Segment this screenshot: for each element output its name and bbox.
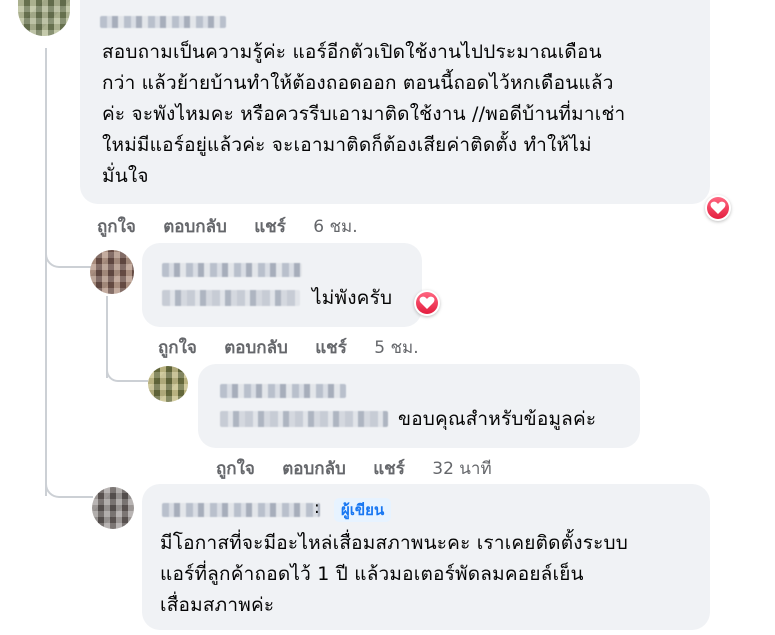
comment-text-line: กว่า แล้วย้ายบ้านทำให้ต้องถอดออก ตอนนี้ถ… (102, 72, 614, 94)
thread-line-main (45, 48, 47, 496)
comment-text-line: สอบถามเป็นความรู้ค่ะ แอร์อีกตัวเปิดใช้งา… (102, 41, 602, 63)
commenter-name[interactable] (220, 384, 346, 398)
share-button[interactable]: แชร์ (315, 338, 347, 358)
comment-text-line: ใหม่มีแอร์อยู่แล้วค่ะ จะเอามาติดก็ต้องเส… (102, 134, 592, 156)
avatar[interactable] (148, 366, 188, 402)
comment-text: ขอบคุณสำหรับข้อมูลค่ะ (398, 408, 597, 430)
comment-bubble: ขอบคุณสำหรับข้อมูลค่ะ (198, 364, 640, 448)
name-separator: : (314, 498, 320, 518)
comment-actions: ถูกใจ ตอบกลับ แชร์ 32 นาที (216, 455, 492, 482)
reply-button[interactable]: ตอบกลับ (224, 338, 288, 358)
like-button[interactable]: ถูกใจ (216, 459, 255, 479)
timestamp[interactable]: 5 ชม. (374, 338, 418, 358)
avatar[interactable] (18, 0, 70, 36)
thread-line-curve-sub (106, 356, 148, 382)
avatar[interactable] (92, 487, 134, 529)
commenter-name[interactable] (162, 503, 320, 517)
comment-text-line: มั่นใจ (102, 165, 149, 187)
reply-button[interactable]: ตอบกลับ (282, 459, 346, 479)
tagged-user[interactable] (220, 411, 388, 427)
comment-text-line: ค่ะ จะพังไหมคะ หรือควรรีบเอามาติดใช้งาน … (102, 103, 626, 125)
like-button[interactable]: ถูกใจ (158, 338, 197, 358)
comment-actions: ถูกใจ ตอบกลับ แชร์ 5 ชม. (158, 334, 419, 361)
tagged-user[interactable] (162, 290, 300, 306)
share-button[interactable]: แชร์ (373, 459, 405, 479)
commenter-name[interactable] (162, 263, 302, 277)
comment-bubble: ไม่พังครับ (142, 243, 422, 327)
comment-text-line: มีโอกาสที่จะมีอะไหล่เสื่อมสภาพนะคะ เราเค… (160, 532, 629, 554)
comment-text: ไม่พังครับ (312, 287, 393, 309)
author-badge: ผู้เขียน (334, 498, 392, 522)
commenter-name[interactable] (100, 16, 226, 28)
comment-bubble: สอบถามเป็นความรู้ค่ะ แอร์อีกตัวเปิดใช้งา… (80, 0, 710, 204)
avatar[interactable] (90, 250, 134, 294)
comment-actions: ถูกใจ ตอบกลับ แชร์ 6 ชม. (97, 213, 358, 240)
heart-reaction-icon[interactable] (705, 195, 731, 221)
timestamp[interactable]: 32 นาที (432, 459, 491, 479)
heart-reaction-icon[interactable] (414, 290, 440, 316)
comment-text-line: เสื่อมสภาพค่ะ (160, 594, 275, 616)
comment-bubble: : ผู้เขียน มีโอกาสที่จะมีอะไหล่เสื่อมสภา… (142, 484, 710, 630)
thread-line-curve-reply (45, 468, 93, 498)
like-button[interactable]: ถูกใจ (97, 217, 136, 237)
thread-line-top (45, 204, 91, 268)
comment-text-line: แอร์ที่ลูกค้าถอดไว้ 1 ปี แล้วมอเตอร์พัดล… (160, 563, 584, 585)
share-button[interactable]: แชร์ (254, 217, 286, 237)
timestamp[interactable]: 6 ชม. (313, 217, 357, 237)
reply-button[interactable]: ตอบกลับ (163, 217, 227, 237)
